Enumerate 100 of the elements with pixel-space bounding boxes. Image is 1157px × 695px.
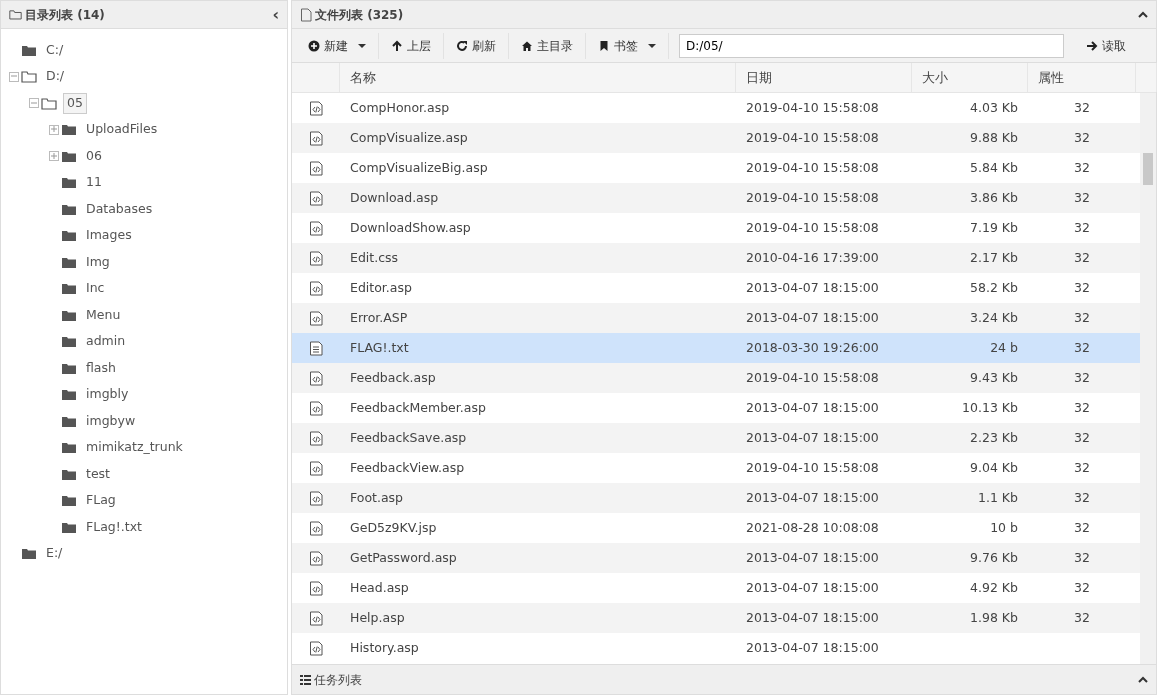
folder-label[interactable]: 05 [63, 92, 87, 114]
folder-label[interactable]: Menu [83, 305, 124, 325]
folder-label[interactable]: UploadFiles [83, 120, 161, 140]
panel-title: 任务列表 [314, 671, 362, 689]
folder-label[interactable]: 11 [83, 173, 105, 193]
code-file-icon [308, 190, 324, 206]
file-date: 2013-04-07 18:15:00 [746, 548, 879, 567]
file-name[interactable]: Feedback.asp [350, 368, 436, 388]
file-size: 1.1 Kb [978, 488, 1018, 507]
file-attribute: 32 [1074, 458, 1090, 477]
file-name[interactable]: DownloadShow.asp [350, 218, 471, 238]
expand-toggle-icon[interactable] [49, 124, 59, 135]
file-name[interactable]: History.asp [350, 638, 419, 658]
toolbar-button[interactable]: 刷新 [444, 32, 509, 59]
folder-label[interactable]: mimikatz_trunk [83, 438, 186, 458]
file-size: 9.88 Kb [970, 128, 1018, 147]
file-name[interactable]: Help.asp [350, 608, 405, 628]
folder-icon [61, 441, 77, 455]
folder-icon [61, 229, 77, 243]
file-name[interactable]: Error.ASP [350, 308, 408, 328]
file-attribute: 32 [1074, 158, 1090, 177]
folder-label[interactable]: admin [83, 332, 129, 352]
file-name[interactable]: FeedbackView.asp [350, 458, 465, 478]
file-attribute: 32 [1074, 248, 1090, 267]
folder-label[interactable]: test [83, 464, 113, 484]
file-name[interactable]: FeedbackSave.asp [350, 428, 467, 448]
path-field[interactable]: D:/05/ [679, 33, 1064, 58]
file-name[interactable]: CompVisualizeBig.asp [350, 158, 488, 178]
collapse-icon[interactable]: ‹ [272, 2, 279, 27]
folder-label[interactable]: D:/ [43, 67, 68, 87]
file-name[interactable]: Editor.asp [350, 278, 412, 298]
folder-label[interactable]: imgbyw [83, 411, 139, 431]
file-name[interactable]: Foot.asp [350, 488, 404, 508]
folder-icon [61, 414, 77, 428]
toolbar-button[interactable]: 上层 [379, 32, 444, 59]
file-date: 2013-04-07 18:15:00 [746, 608, 879, 627]
folder-outline-icon [21, 70, 37, 84]
file-date: 2019-04-10 15:58:08 [746, 98, 879, 117]
file-name[interactable]: GeD5z9KV.jsp [350, 518, 437, 538]
file-name[interactable]: FLAG!.txt [350, 338, 409, 358]
folder-label[interactable]: FLag!.txt [83, 517, 145, 537]
file-name[interactable]: FeedbackMember.asp [350, 398, 486, 418]
file-attribute: 32 [1074, 428, 1090, 447]
chevron-up-icon[interactable] [1138, 676, 1148, 683]
folder-label[interactable]: Databases [83, 199, 156, 219]
file-attribute: 32 [1074, 398, 1090, 417]
toolbar-button[interactable]: 主目录 [509, 32, 586, 59]
file-attribute: 32 [1074, 368, 1090, 387]
file-name[interactable]: CompVisualize.asp [350, 128, 468, 148]
expand-toggle-icon[interactable] [49, 151, 59, 162]
file-size: 10 b [990, 518, 1018, 537]
file-name[interactable]: GetPassword.asp [350, 548, 457, 568]
file-name[interactable]: CompHonor.asp [350, 98, 450, 118]
column-header[interactable]: 名称 [340, 63, 736, 92]
panel-title: 文件列表 (325) [315, 6, 404, 24]
chevron-up-icon[interactable] [1138, 11, 1148, 18]
collapse-toggle-icon[interactable] [9, 71, 19, 82]
file-date: 2013-04-07 18:15:00 [746, 578, 879, 597]
folder-label[interactable]: Img [83, 252, 113, 272]
file-date: 2010-04-16 17:39:00 [746, 248, 879, 267]
folder-label[interactable]: flash [83, 358, 119, 378]
folder-icon [21, 43, 37, 57]
file-attribute: 32 [1074, 128, 1090, 147]
folder-label[interactable]: Images [83, 226, 135, 246]
toolbar-button[interactable]: 新建 [296, 32, 379, 59]
code-file-icon [308, 160, 324, 176]
file-attribute: 32 [1074, 338, 1090, 357]
column-header[interactable]: 大小 [912, 63, 1028, 92]
file-name[interactable]: Download.asp [350, 188, 439, 208]
file-date: 2013-04-07 18:15:00 [746, 638, 879, 657]
folder-label[interactable]: Inc [83, 279, 108, 299]
collapse-toggle-icon[interactable] [29, 98, 39, 109]
scrollbar[interactable] [1140, 93, 1156, 664]
file-size: 9.43 Kb [970, 368, 1018, 387]
file-name[interactable]: Head.asp [350, 578, 409, 598]
file-name[interactable]: Edit.css [350, 248, 399, 268]
text-file-icon [308, 340, 324, 356]
folder-outline-icon [41, 96, 57, 110]
list-icon [300, 673, 311, 686]
folder-label[interactable]: imgbly [83, 385, 132, 405]
code-file-icon [308, 310, 324, 326]
file-size: 7.19 Kb [970, 218, 1018, 237]
file-attribute: 32 [1074, 548, 1090, 567]
file-attribute: 32 [1074, 578, 1090, 597]
file-size: 24 b [990, 338, 1018, 357]
folder-label[interactable]: 06 [83, 146, 105, 166]
folder-label[interactable]: E:/ [43, 544, 66, 564]
toolbar-button[interactable]: 书签 [586, 32, 669, 59]
file-attribute: 32 [1074, 278, 1090, 297]
folder-icon [61, 149, 77, 163]
folder-icon [21, 547, 37, 561]
read-button[interactable]: 读取 [1074, 32, 1138, 59]
folder-outline-icon [9, 8, 22, 21]
folder-label[interactable]: C:/ [43, 40, 67, 60]
column-header[interactable]: 属性 [1028, 63, 1136, 92]
file-attribute: 32 [1074, 98, 1090, 117]
panel-title: 目录列表 (14) [25, 6, 105, 24]
folder-label[interactable]: FLag [83, 491, 119, 511]
column-header[interactable]: 日期 [736, 63, 912, 92]
folder-icon [61, 176, 77, 190]
